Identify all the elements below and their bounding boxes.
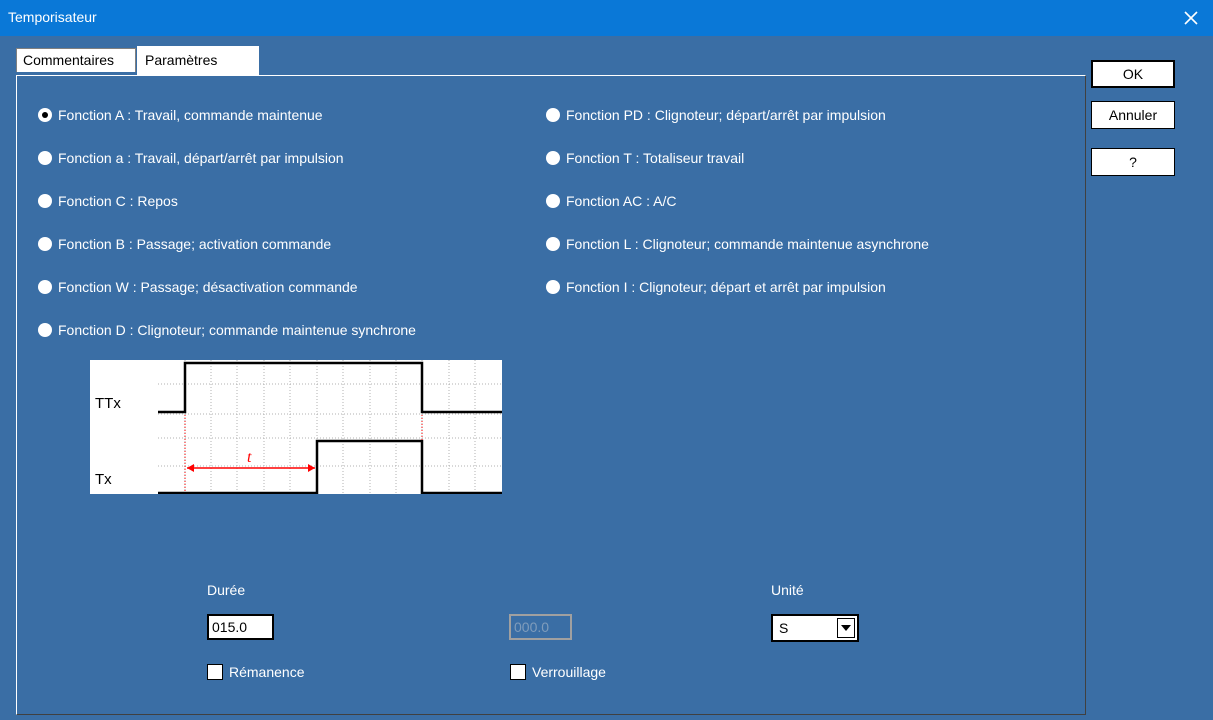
radio-dot[interactable] — [38, 280, 52, 294]
ttx-label: TTx — [95, 395, 121, 412]
radio-label: Fonction L : Clignoteur; commande mainte… — [566, 236, 929, 252]
radio-dot[interactable] — [38, 323, 52, 337]
secondary-duration-input: 000.0 — [509, 614, 572, 640]
radio-fonction-a[interactable]: Fonction A : Travail, commande maintenue — [38, 104, 323, 126]
radio-dot[interactable] — [546, 280, 560, 294]
radio-dot[interactable] — [38, 194, 52, 208]
remanence-checkbox[interactable]: Rémanence — [207, 662, 305, 682]
radio-dot[interactable] — [546, 237, 560, 251]
radio-fonction-a-impulsion[interactable]: Fonction a : Travail, départ/arrêt par i… — [38, 147, 344, 169]
radio-label: Fonction A : Travail, commande maintenue — [58, 107, 323, 123]
checkbox-box[interactable] — [207, 664, 223, 680]
tx-label: Tx — [95, 471, 112, 488]
radio-label: Fonction B : Passage; activation command… — [58, 236, 332, 252]
help-button[interactable]: ? — [1091, 148, 1175, 176]
unit-select[interactable]: S — [771, 614, 859, 642]
radio-label: Fonction C : Repos — [58, 193, 178, 209]
checkbox-label: Rémanence — [229, 664, 305, 680]
radio-label: Fonction W : Passage; désactivation comm… — [58, 279, 358, 295]
radio-dot[interactable] — [546, 108, 560, 122]
radio-fonction-d[interactable]: Fonction D : Clignoteur; commande mainte… — [38, 319, 416, 341]
radio-dot[interactable] — [546, 194, 560, 208]
radio-label: Fonction I : Clignoteur; départ et arrêt… — [566, 279, 886, 295]
radio-label: Fonction AC : A/C — [566, 193, 677, 209]
radio-fonction-w[interactable]: Fonction W : Passage; désactivation comm… — [38, 276, 358, 298]
checkbox-label: Verrouillage — [532, 664, 606, 680]
radio-fonction-b[interactable]: Fonction B : Passage; activation command… — [38, 233, 331, 255]
tab-commentaires[interactable]: Commentaires — [16, 48, 136, 72]
radio-dot[interactable] — [38, 108, 52, 122]
radio-fonction-ac[interactable]: Fonction AC : A/C — [546, 190, 677, 212]
radio-fonction-c[interactable]: Fonction C : Repos — [38, 190, 178, 212]
checkbox-box[interactable] — [510, 664, 526, 680]
unit-select-value: S — [779, 620, 789, 636]
radio-fonction-i[interactable]: Fonction I : Clignoteur; départ et arrêt… — [546, 276, 886, 298]
delay-label: t — [247, 449, 252, 466]
chevron-down-icon[interactable] — [837, 618, 855, 638]
radio-fonction-pd[interactable]: Fonction PD : Clignoteur; départ/arrêt p… — [546, 104, 886, 126]
verrouillage-checkbox[interactable]: Verrouillage — [510, 662, 606, 682]
timing-diagram: t TTx Tx — [90, 360, 502, 494]
radio-label: Fonction a : Travail, départ/arrêt par i… — [58, 150, 344, 166]
title-bar: Temporisateur — [0, 0, 1213, 36]
tab-parametres[interactable]: Paramètres — [137, 46, 259, 76]
radio-dot[interactable] — [38, 237, 52, 251]
radio-label: Fonction PD : Clignoteur; départ/arrêt p… — [566, 107, 886, 123]
radio-dot[interactable] — [38, 151, 52, 165]
radio-fonction-l[interactable]: Fonction L : Clignoteur; commande mainte… — [546, 233, 929, 255]
duration-label: Durée — [207, 582, 246, 598]
close-icon[interactable] — [1179, 6, 1203, 30]
ok-button[interactable]: OK — [1091, 60, 1175, 88]
radio-label: Fonction D : Clignoteur; commande mainte… — [58, 322, 416, 338]
radio-label: Fonction T : Totaliseur travail — [566, 150, 745, 166]
window-title: Temporisateur — [8, 9, 97, 25]
radio-dot[interactable] — [546, 151, 560, 165]
radio-fonction-t[interactable]: Fonction T : Totaliseur travail — [546, 147, 744, 169]
cancel-button[interactable]: Annuler — [1091, 101, 1175, 129]
unit-label: Unité — [771, 582, 804, 598]
duration-input[interactable]: 015.0 — [207, 614, 274, 640]
